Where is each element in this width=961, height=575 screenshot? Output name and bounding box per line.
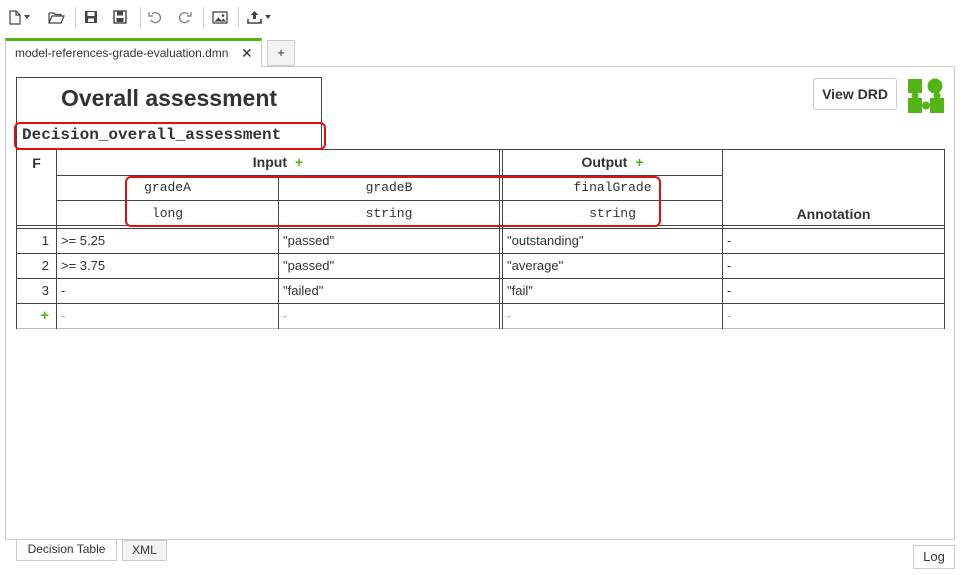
annotation-header: Annotation: [796, 206, 871, 222]
save-button[interactable]: [84, 7, 98, 27]
camunda-logo-icon: [908, 78, 944, 113]
input-column-type[interactable]: long: [57, 206, 278, 221]
close-icon[interactable]: ✕: [241, 45, 253, 62]
output-column-type[interactable]: string: [503, 206, 722, 221]
tab-label: model-references-grade-evaluation.dmn: [15, 46, 229, 60]
undo-icon: [148, 11, 162, 24]
input-column-name[interactable]: gradeB: [279, 180, 499, 195]
table-cell[interactable]: -: [723, 233, 944, 248]
output-column-name[interactable]: finalGrade: [503, 180, 722, 195]
table-cell[interactable]: -: [503, 308, 722, 323]
decision-name[interactable]: Overall assessment: [16, 85, 322, 112]
table-cell[interactable]: -: [723, 258, 944, 273]
table-cell[interactable]: "fail": [503, 283, 722, 298]
tab-decision-table[interactable]: Decision Table: [16, 540, 117, 561]
toolbar-divider: [75, 7, 76, 27]
table-cell[interactable]: "average": [503, 258, 722, 273]
decision-id[interactable]: Decision_overall_assessment: [22, 126, 281, 144]
table-cell[interactable]: "passed": [279, 233, 499, 248]
toolbar-divider: [203, 7, 204, 27]
table-cell[interactable]: "failed": [279, 283, 499, 298]
open-button[interactable]: [48, 7, 65, 27]
chevron-down-icon: [265, 15, 271, 19]
toolbar-divider: [238, 7, 239, 27]
input-column-name[interactable]: gradeA: [57, 180, 278, 195]
table-cell[interactable]: >= 3.75: [57, 258, 278, 273]
add-rule-button[interactable]: +: [17, 307, 56, 324]
tab-model-file[interactable]: model-references-grade-evaluation.dmn ✕: [5, 38, 262, 67]
log-button[interactable]: Log: [913, 545, 955, 569]
save-all-icon: [113, 10, 127, 24]
save-as-button[interactable]: [113, 7, 127, 27]
toolbar: [0, 0, 961, 34]
redo-icon: [178, 11, 192, 24]
toolbar-divider: [140, 7, 141, 27]
table-cell[interactable]: -: [723, 283, 944, 298]
table-cell[interactable]: -: [723, 308, 944, 323]
new-file-button[interactable]: [9, 7, 30, 27]
table-cell[interactable]: -: [279, 308, 499, 323]
image-icon: [212, 10, 228, 24]
table-cell[interactable]: >= 5.25: [57, 233, 278, 248]
redo-button[interactable]: [177, 7, 192, 27]
output-header: Output +: [503, 154, 722, 170]
row-number[interactable]: 2: [17, 258, 56, 273]
upload-icon: [247, 11, 262, 24]
row-number[interactable]: 1: [17, 233, 56, 248]
chevron-down-icon: [24, 15, 30, 19]
row-number[interactable]: 3: [17, 283, 56, 298]
save-icon: [85, 11, 97, 23]
undo-button[interactable]: [148, 7, 163, 27]
input-column-type[interactable]: string: [279, 206, 499, 221]
input-header: Input +: [57, 154, 499, 170]
add-output-button[interactable]: +: [635, 154, 643, 170]
table-cell[interactable]: "passed": [279, 258, 499, 273]
add-tab-button[interactable]: +: [267, 40, 295, 66]
new-file-icon: [9, 9, 21, 25]
table-cell[interactable]: "outstanding": [503, 233, 722, 248]
tab-xml[interactable]: XML: [122, 540, 167, 561]
add-input-button[interactable]: +: [295, 154, 303, 170]
export-button[interactable]: [247, 7, 271, 27]
table-cell[interactable]: -: [57, 308, 278, 323]
output-header-label: Output: [581, 154, 628, 170]
table-cell[interactable]: -: [57, 283, 278, 298]
view-drd-button[interactable]: View DRD: [813, 78, 897, 110]
input-header-label: Input: [252, 154, 288, 170]
hit-policy[interactable]: F: [17, 155, 56, 171]
folder-open-icon: [48, 11, 65, 24]
export-image-button[interactable]: [212, 7, 228, 27]
